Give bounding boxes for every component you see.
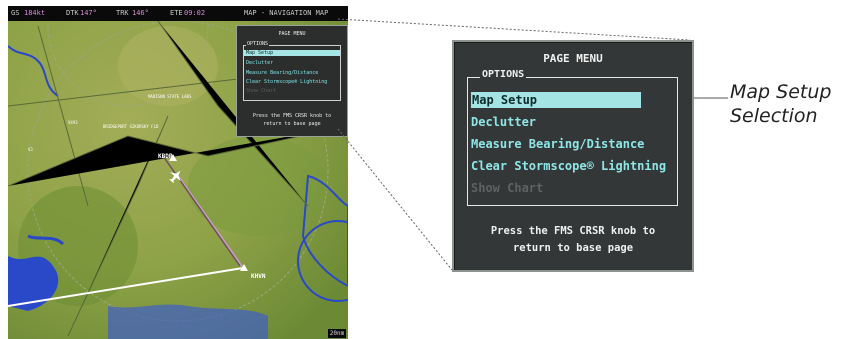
callout-label: Map Setup Selection [730,80,840,128]
page-menu-window: PAGE MENU OPTIONS Map Setup Declutter Me… [452,40,694,272]
menu-item-show-chart: Show Chart [471,181,544,195]
menu-item-measure-bearing-distance[interactable]: Measure Bearing/Distance [471,136,644,152]
menu-item-declutter[interactable]: Declutter [471,114,536,130]
callout-line1: Map Setup [730,81,832,103]
menu-item-clear-stormscope[interactable]: Clear Stormscope® Lightning [471,158,666,174]
menu-item-map-setup[interactable]: Map Setup [471,92,641,108]
page-menu-title: PAGE MENU [543,52,603,65]
instruction-line2: return to base page [512,242,634,254]
options-label: OPTIONS [480,69,527,80]
page-menu-instructions: Press the FMS CRSR knob to return to bas… [454,223,692,257]
zoom-leader-lines [337,18,728,271]
callout-line2: Selection [730,105,818,127]
instruction-line1: Press the FMS CRSR knob to [490,225,656,237]
